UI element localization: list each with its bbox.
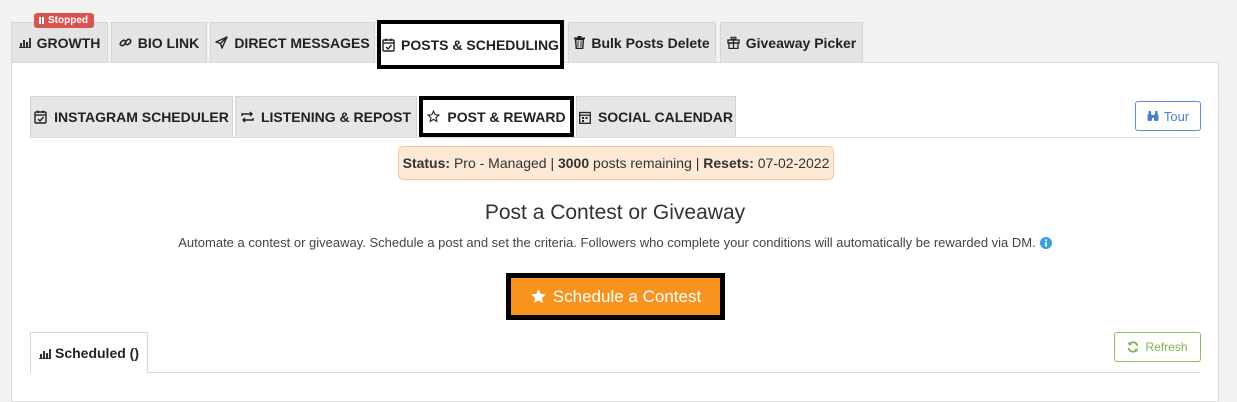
paper-plane-icon (215, 36, 229, 49)
tab-direct-messages[interactable]: DIRECT MESSAGES (210, 22, 375, 62)
tab-social-calendar[interactable]: SOCIAL CALENDAR (576, 96, 736, 137)
gift-icon (727, 36, 740, 49)
tab-growth[interactable]: GROWTH (11, 22, 108, 62)
calendar-check-icon (382, 38, 395, 52)
link-icon (119, 36, 132, 49)
schedule-contest-button[interactable]: Schedule a Contest (506, 273, 725, 320)
bar-chart-icon (18, 37, 31, 48)
calendar-icon (579, 111, 591, 124)
tab-posts-scheduling[interactable]: POSTS & SCHEDULING (377, 20, 564, 69)
star-icon (530, 288, 547, 305)
star-outline-icon (427, 110, 441, 123)
sub-tab-divider (30, 137, 1200, 138)
tab-giveaway-picker[interactable]: Giveaway Picker (720, 22, 863, 62)
refresh-icon (1127, 341, 1139, 353)
tab-post-reward[interactable]: POST & REWARD (419, 96, 574, 137)
status-banner: Status: Pro - Managed | 3000 posts remai… (398, 146, 834, 180)
trash-icon (574, 36, 586, 49)
pause-icon (39, 17, 41, 24)
tab-bio-link[interactable]: BIO LINK (111, 22, 207, 62)
repost-arrows-icon (241, 111, 254, 123)
scheduled-divider (30, 372, 1200, 373)
tab-instagram-scheduler[interactable]: INSTAGRAM SCHEDULER (30, 96, 233, 137)
calendar-check-icon (34, 110, 47, 124)
info-icon[interactable] (1039, 237, 1052, 249)
refresh-button[interactable]: Refresh (1114, 332, 1201, 362)
stopped-badge: Stopped (34, 13, 94, 28)
tab-scheduled[interactable]: Scheduled () (30, 332, 148, 373)
content-panel: INSTAGRAM SCHEDULER LISTENING & REPOST P… (11, 62, 1219, 402)
page-description: Automate a contest or giveaway. Schedule… (12, 235, 1218, 250)
tab-bulk-posts-delete[interactable]: Bulk Posts Delete (568, 22, 716, 62)
bar-chart-icon (38, 348, 51, 359)
page-title: Post a Contest or Giveaway (484, 201, 746, 224)
binoculars-icon (1147, 110, 1159, 122)
tour-button[interactable]: Tour (1135, 101, 1201, 131)
tab-listening-repost[interactable]: LISTENING & REPOST (235, 96, 417, 137)
